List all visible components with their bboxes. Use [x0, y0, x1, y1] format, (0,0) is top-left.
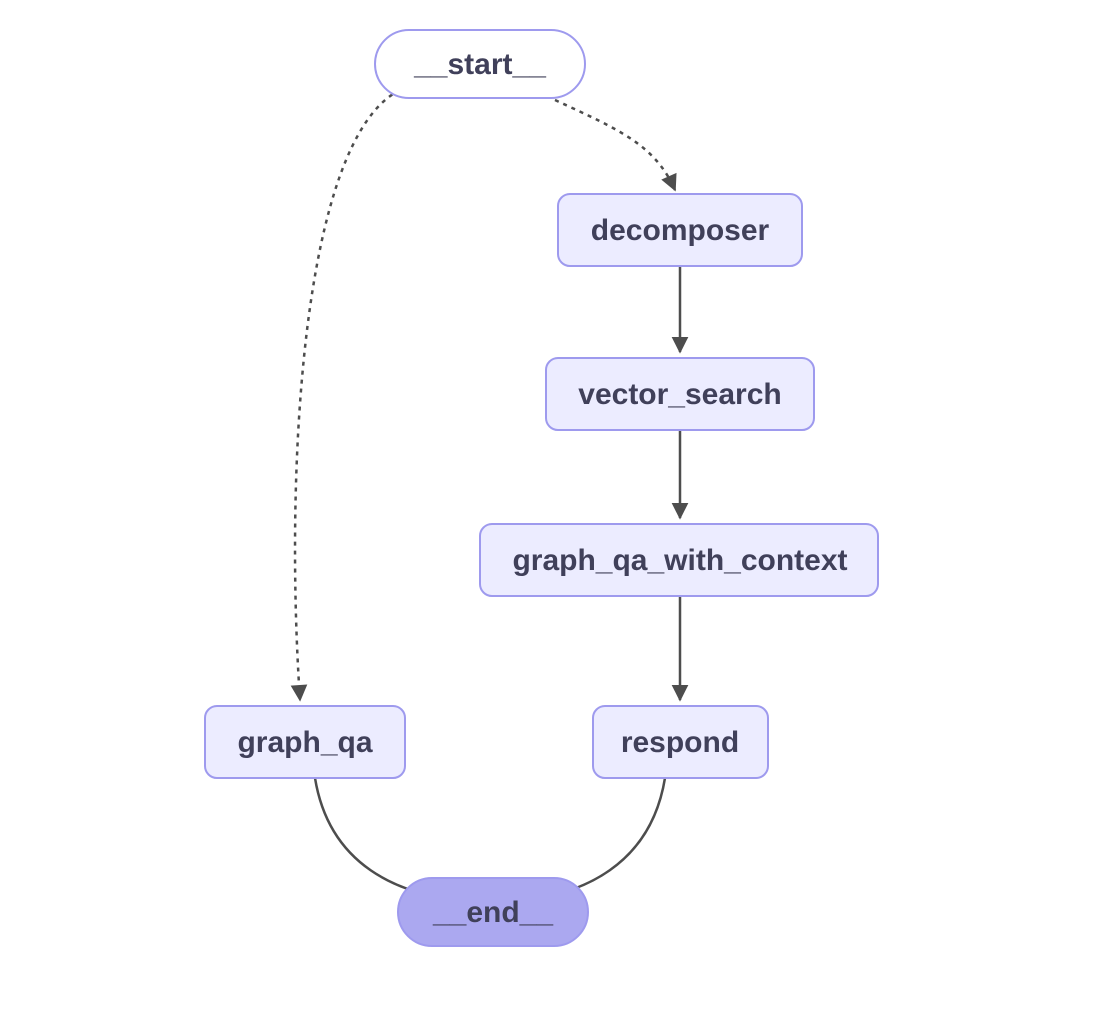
node-start-label: __start__	[413, 48, 546, 81]
node-graph-qa-with-context-label: graph_qa_with_context	[512, 544, 847, 577]
node-vector-search-label: vector_search	[578, 378, 781, 411]
edge-start-to-graph-qa	[295, 90, 400, 700]
node-end: __end__	[398, 878, 588, 946]
node-respond-label: respond	[621, 726, 739, 759]
node-respond: respond	[593, 706, 768, 778]
node-end-label: __end__	[432, 896, 553, 929]
node-graph-qa: graph_qa	[205, 706, 405, 778]
node-decomposer-label: decomposer	[591, 214, 770, 247]
graph-diagram: __start__ decomposer vector_search graph…	[0, 0, 1120, 1030]
node-vector-search: vector_search	[546, 358, 814, 430]
node-graph-qa-with-context: graph_qa_with_context	[480, 524, 878, 596]
node-decomposer: decomposer	[558, 194, 802, 266]
node-graph-qa-label: graph_qa	[237, 726, 372, 759]
edge-start-to-decomposer	[555, 100, 675, 190]
node-start: __start__	[375, 30, 585, 98]
